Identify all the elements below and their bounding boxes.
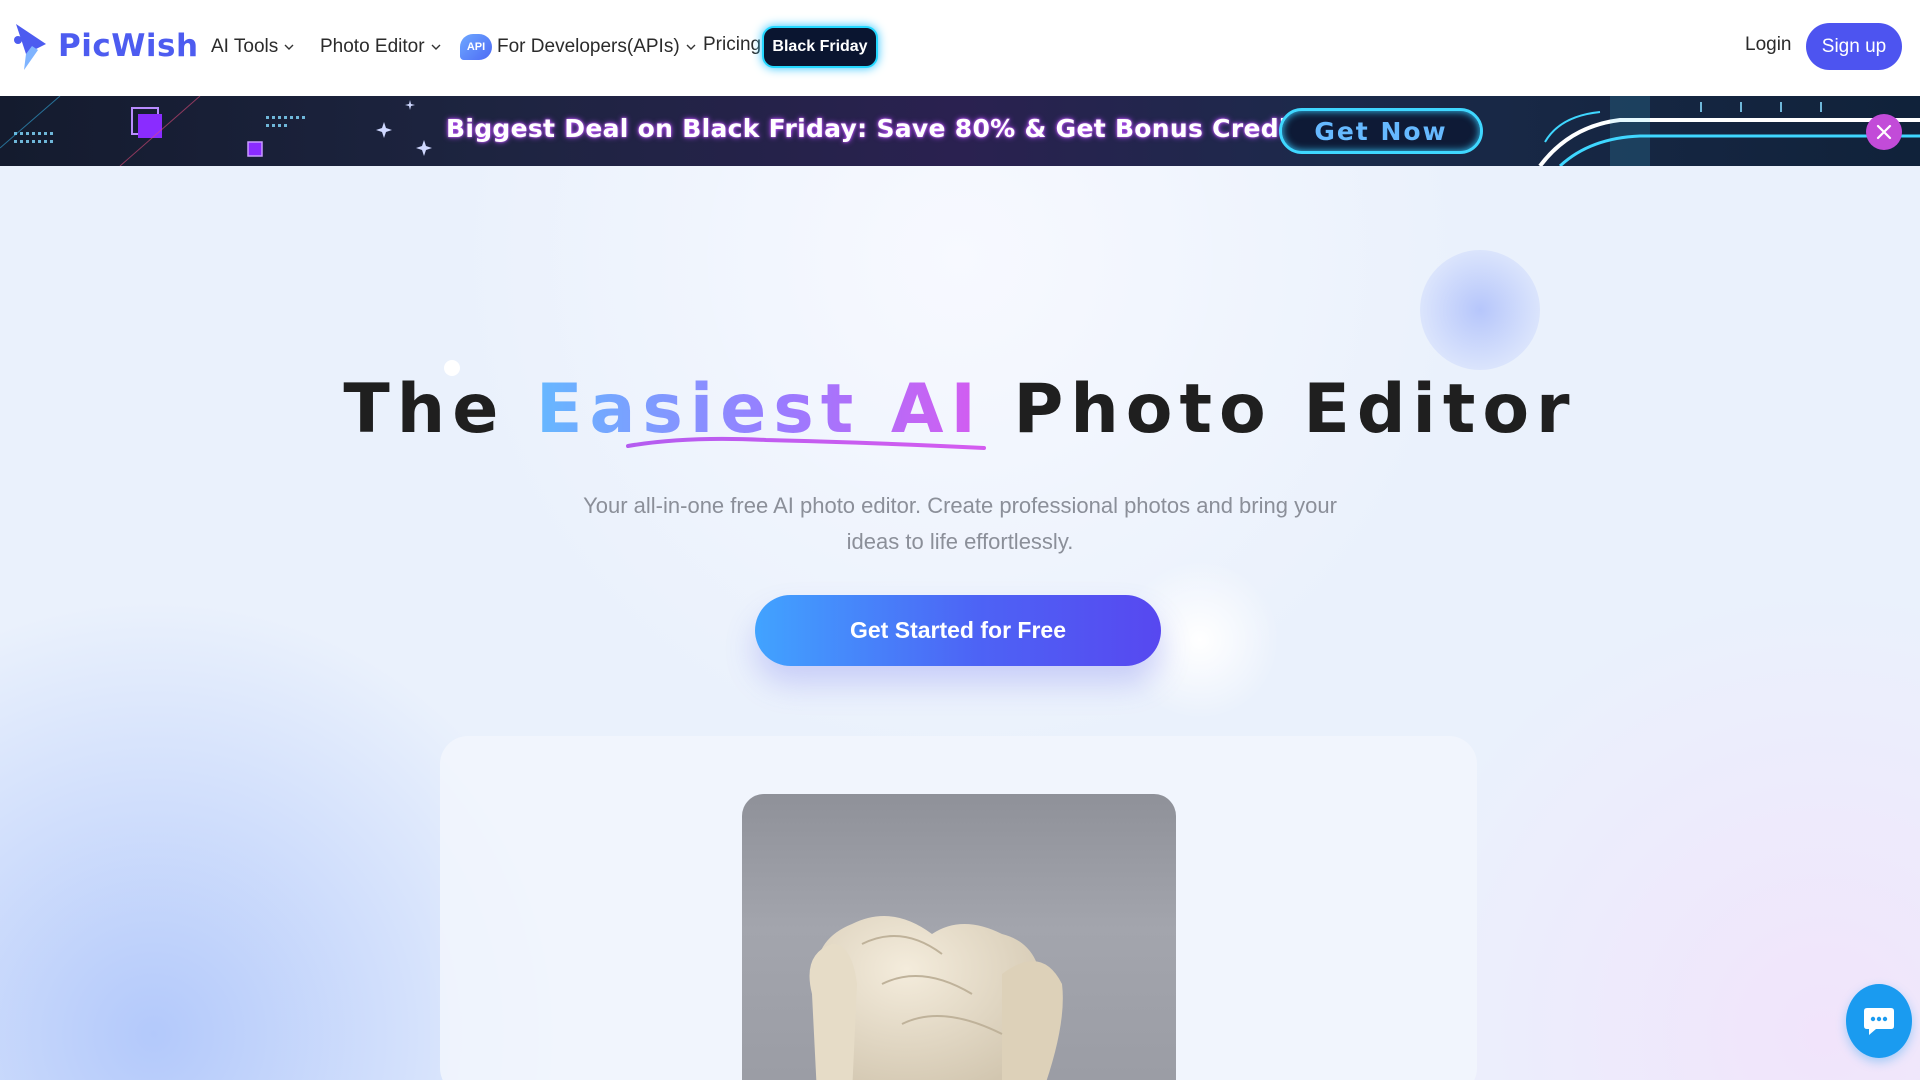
get-now-button[interactable]: Get Now (1279, 108, 1483, 154)
black-friday-banner[interactable]: Biggest Deal on Black Friday: Save 80% &… (0, 96, 1920, 166)
signup-button[interactable]: Sign up (1806, 23, 1902, 70)
picwish-logo-icon (14, 24, 46, 70)
signup-button-label: Sign up (1821, 35, 1887, 57)
hero-subtitle: Your all-in-one free AI photo editor. Cr… (560, 488, 1360, 560)
headline-underline-decoration (626, 436, 986, 450)
nav-ai-tools-label: AI Tools (211, 36, 279, 57)
banner-headline: Biggest Deal on Black Friday: Save 80% &… (446, 114, 1316, 143)
chat-bubble-icon (1864, 1008, 1894, 1035)
nav-photo-editor-label: Photo Editor (320, 36, 425, 57)
nav-pricing[interactable]: Pricing (703, 30, 761, 60)
login-link[interactable]: Login (1745, 34, 1792, 56)
close-icon (1876, 124, 1892, 140)
top-navbar: PicWish AI Tools Photo Editor API For De… (0, 0, 1920, 96)
nav-ai-tools[interactable]: AI Tools (211, 32, 294, 62)
brand-name: PicWish (58, 28, 199, 64)
nav-pricing-label: Pricing (703, 34, 762, 55)
headline-suffix: Photo Editor (1013, 370, 1577, 449)
chevron-down-icon (284, 44, 294, 50)
picwish-logo[interactable]: PicWish (12, 20, 199, 72)
get-started-button-label: Get Started for Free (850, 617, 1066, 643)
headline-prefix: The (343, 370, 506, 449)
banner-close-button[interactable] (1866, 114, 1902, 150)
demo-photo-armchair (742, 794, 1176, 1080)
hero-subtitle-line-1: Your all-in-one free AI photo editor. Cr… (583, 493, 1337, 518)
api-badge: API (460, 34, 492, 60)
get-started-button[interactable]: Get Started for Free (755, 595, 1161, 666)
black-friday-badge-label: Black Friday (772, 38, 868, 55)
armchair-image (809, 916, 1063, 1080)
chevron-down-icon (431, 44, 441, 50)
nav-for-developers-label: For Developers(APIs) (497, 36, 680, 57)
get-now-button-label: Get Now (1314, 116, 1448, 146)
chevron-down-icon (686, 44, 696, 50)
decorative-blob (1420, 250, 1540, 370)
black-friday-badge[interactable]: Black Friday (762, 26, 878, 68)
nav-for-developers[interactable]: API For Developers(APIs) (460, 32, 696, 62)
chat-support-button[interactable] (1846, 984, 1912, 1058)
hero-subtitle-line-2: ideas to life effortlessly. (846, 529, 1074, 554)
nav-photo-editor[interactable]: Photo Editor (320, 32, 441, 62)
